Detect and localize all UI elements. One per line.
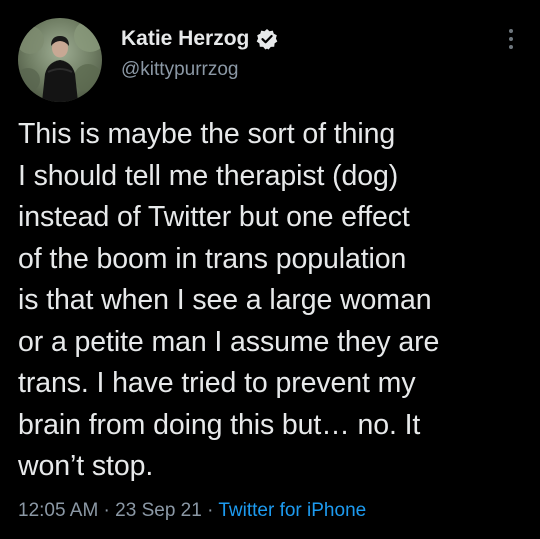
tweet-card: Katie Herzog @kittypurrzog This is maybe… — [0, 0, 540, 539]
tweet-time[interactable]: 12:05 AM — [18, 500, 98, 521]
avatar[interactable] — [18, 18, 102, 102]
tweet-meta: 12:05 AM · 23 Sep 21 · Twitter for iPhon… — [18, 500, 366, 522]
author-display-name[interactable]: Katie Herzog — [121, 27, 249, 51]
meta-separator: · — [201, 500, 219, 521]
author-name-row[interactable]: Katie Herzog — [121, 27, 278, 51]
author-handle[interactable]: @kittypurrzog — [121, 59, 239, 81]
more-vertical-icon[interactable] — [499, 26, 523, 52]
tweet-source-link[interactable]: Twitter for iPhone — [218, 500, 366, 521]
tweet-date[interactable]: 23 Sep 21 — [115, 500, 202, 521]
verified-badge-icon — [256, 28, 278, 50]
meta-separator: · — [98, 500, 116, 521]
tweet-text: This is maybe the sort of thing I should… — [18, 118, 440, 482]
